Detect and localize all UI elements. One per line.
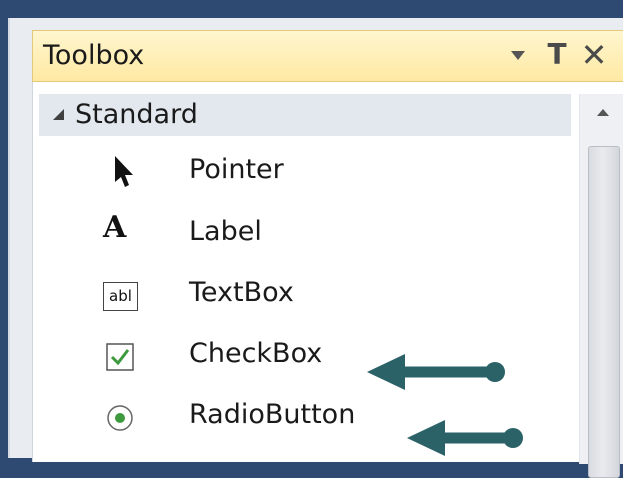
tool-label: Pointer — [189, 154, 284, 185]
vertical-scrollbar[interactable] — [579, 94, 623, 478]
close-icon: ✕ — [580, 36, 608, 74]
tool-label: TextBox — [189, 277, 294, 308]
label-icon: A — [103, 210, 127, 245]
tool-item-textbox[interactable]: abl TextBox — [39, 265, 569, 325]
toolbox-panel: Standard Pointer A Label abl TextBox Che… — [32, 82, 623, 478]
scroll-up-button[interactable] — [580, 94, 623, 130]
tool-label: Label — [189, 216, 262, 247]
auto-hide-pin-button[interactable]: Τ — [542, 38, 572, 72]
toolbox-titlebar: Toolbox Τ ✕ — [32, 30, 623, 82]
tool-item-pointer[interactable]: Pointer — [39, 142, 569, 202]
category-standard[interactable]: Standard — [39, 94, 571, 136]
chevron-down-icon — [511, 51, 525, 60]
annotation-arrows — [367, 354, 523, 456]
radiobutton-icon — [107, 405, 133, 431]
tool-label: CheckBox — [189, 338, 323, 369]
toolbox-window: Toolbox Τ ✕ Standard Pointer A Label abl… — [8, 18, 623, 478]
close-button[interactable]: ✕ — [579, 38, 609, 72]
category-label: Standard — [75, 99, 198, 130]
arrow-to-checkbox — [367, 354, 505, 390]
toolbox-title: Toolbox — [43, 40, 145, 71]
checkbox-icon — [106, 343, 134, 371]
pointer-icon — [115, 156, 133, 187]
window-position-dropdown-button[interactable] — [503, 38, 533, 72]
textbox-icon: abl — [103, 282, 138, 311]
scroll-thumb[interactable] — [588, 146, 620, 478]
expand-arrow-icon — [53, 109, 64, 120]
tool-item-label[interactable]: A Label — [39, 204, 569, 264]
arrow-to-radiobutton — [407, 420, 523, 456]
pin-icon: Τ — [547, 38, 567, 71]
tool-label: RadioButton — [189, 399, 356, 430]
chevron-up-icon — [597, 109, 609, 116]
